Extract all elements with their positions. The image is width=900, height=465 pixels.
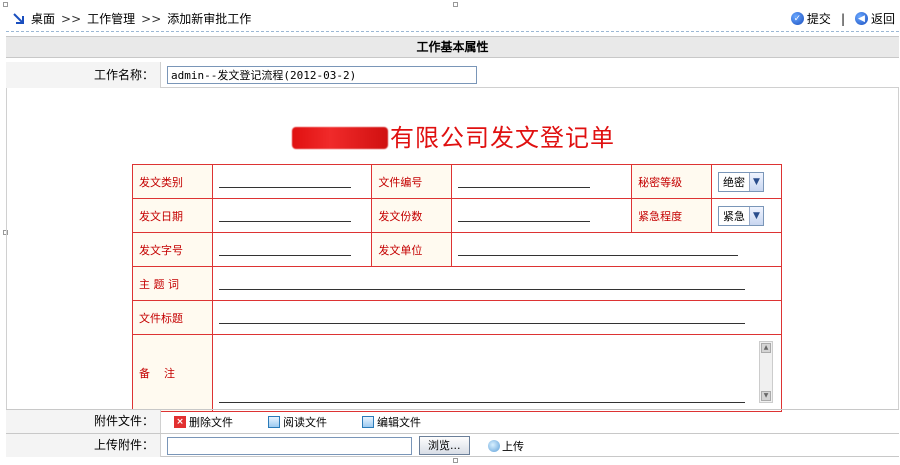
keywords-field[interactable]	[218, 278, 745, 290]
read-file-button[interactable]: 阅读文件	[268, 414, 327, 430]
remarks-textarea[interactable]: ▲ ▼	[218, 335, 776, 411]
delete-file-button[interactable]: × 删除文件	[174, 414, 233, 430]
dispatch-registration-table: 发文类别 文件编号 秘密等级 绝密 ▼ 发文日期 发文份数 紧急程度 紧急 ▼ …	[132, 164, 782, 412]
page: 桌面 >> 工作管理 >> 添加新审批工作 ✓ 提交 | ◀ 返回 工作基本属性…	[0, 0, 900, 465]
submit-button[interactable]: ✓ 提交	[790, 10, 831, 27]
section-header: 工作基本属性	[6, 36, 899, 58]
scroll-down-icon[interactable]: ▼	[761, 391, 771, 401]
chevron-down-icon: ▼	[749, 172, 763, 191]
upload-icon	[488, 440, 500, 452]
back-arrow-icon: ◀	[854, 12, 868, 25]
resize-handle[interactable]	[453, 458, 458, 463]
doc-category-field[interactable]	[218, 176, 351, 188]
upload-row: 上传附件： 浏览... 上传	[6, 433, 899, 457]
upload-file-input[interactable]	[167, 437, 412, 455]
doc-date-label: 发文日期	[132, 198, 213, 233]
action-bar: ✓ 提交 | ◀ 返回	[790, 10, 895, 27]
secret-level-value: 绝密	[723, 175, 745, 189]
urgency-value: 紧急	[723, 209, 745, 223]
browse-button[interactable]: 浏览...	[419, 436, 470, 455]
remarks-underline	[218, 391, 745, 403]
redacted-company-name	[292, 127, 388, 149]
work-name-row: 工作名称：	[6, 62, 899, 88]
doc-number-label: 文件编号	[371, 164, 453, 199]
edit-file-button[interactable]: 编辑文件	[362, 414, 421, 430]
doc-title-label: 文件标题	[132, 300, 213, 335]
top-toolbar: 桌面 >> 工作管理 >> 添加新审批工作 ✓ 提交 | ◀ 返回	[6, 4, 899, 32]
breadcrumb-separator: >>	[61, 11, 82, 26]
arrow-down-right-icon	[13, 12, 24, 24]
breadcrumb-desktop[interactable]: 桌面	[31, 10, 55, 27]
keywords-label: 主 题 词	[132, 266, 213, 301]
breadcrumb-work-management[interactable]: 工作管理	[87, 10, 135, 27]
read-file-label: 阅读文件	[283, 416, 327, 429]
form-title-text: 有限公司发文登记单	[390, 124, 615, 152]
form-area: 有限公司发文登记单 发文类别 文件编号 秘密等级 绝密 ▼ 发文日期 发文份数 …	[6, 88, 900, 412]
urgency-label: 紧急程度	[631, 198, 712, 233]
delete-file-label: 删除文件	[189, 416, 233, 429]
secret-level-select[interactable]: 绝密 ▼	[718, 171, 764, 192]
breadcrumb: 桌面 >> 工作管理 >> 添加新审批工作	[12, 10, 251, 27]
edit-document-icon	[362, 416, 374, 428]
doc-unit-field[interactable]	[458, 244, 739, 256]
doc-copies-field[interactable]	[458, 210, 591, 222]
document-icon	[268, 416, 280, 428]
doc-code-field[interactable]	[218, 244, 351, 256]
attachment-label: 附件文件：	[6, 410, 161, 433]
doc-category-label: 发文类别	[132, 164, 213, 199]
delete-icon: ×	[174, 416, 186, 428]
submit-label: 提交	[806, 12, 831, 26]
work-name-label: 工作名称：	[6, 62, 161, 88]
chevron-down-icon: ▼	[749, 206, 763, 225]
check-circle-icon: ✓	[790, 12, 804, 25]
action-divider: |	[840, 11, 845, 26]
back-label: 返回	[870, 12, 895, 26]
breadcrumb-separator: >>	[141, 11, 162, 26]
back-button[interactable]: ◀ 返回	[854, 10, 895, 27]
edit-file-label: 编辑文件	[377, 416, 421, 429]
doc-number-field[interactable]	[458, 176, 591, 188]
work-name-input[interactable]	[167, 66, 477, 84]
form-title: 有限公司发文登记单	[7, 118, 900, 153]
breadcrumb-add-approval: 添加新审批工作	[167, 12, 252, 26]
doc-title-field[interactable]	[218, 312, 745, 324]
scroll-up-icon[interactable]: ▲	[761, 343, 771, 353]
doc-copies-label: 发文份数	[371, 198, 453, 233]
upload-label: 上传附件：	[6, 434, 161, 457]
upload-label-text: 上传	[502, 440, 524, 453]
urgency-select[interactable]: 紧急 ▼	[718, 205, 764, 226]
remarks-label: 备 注	[132, 334, 213, 412]
upload-button[interactable]: 上传	[488, 438, 524, 454]
doc-date-field[interactable]	[218, 210, 351, 222]
doc-code-label: 发文字号	[132, 232, 213, 267]
attachment-row: 附件文件： × 删除文件 阅读文件 编辑文件	[6, 409, 899, 433]
doc-unit-label: 发文单位	[371, 232, 453, 267]
remarks-scrollbar[interactable]: ▲ ▼	[759, 341, 773, 403]
secret-level-label: 秘密等级	[631, 164, 712, 199]
